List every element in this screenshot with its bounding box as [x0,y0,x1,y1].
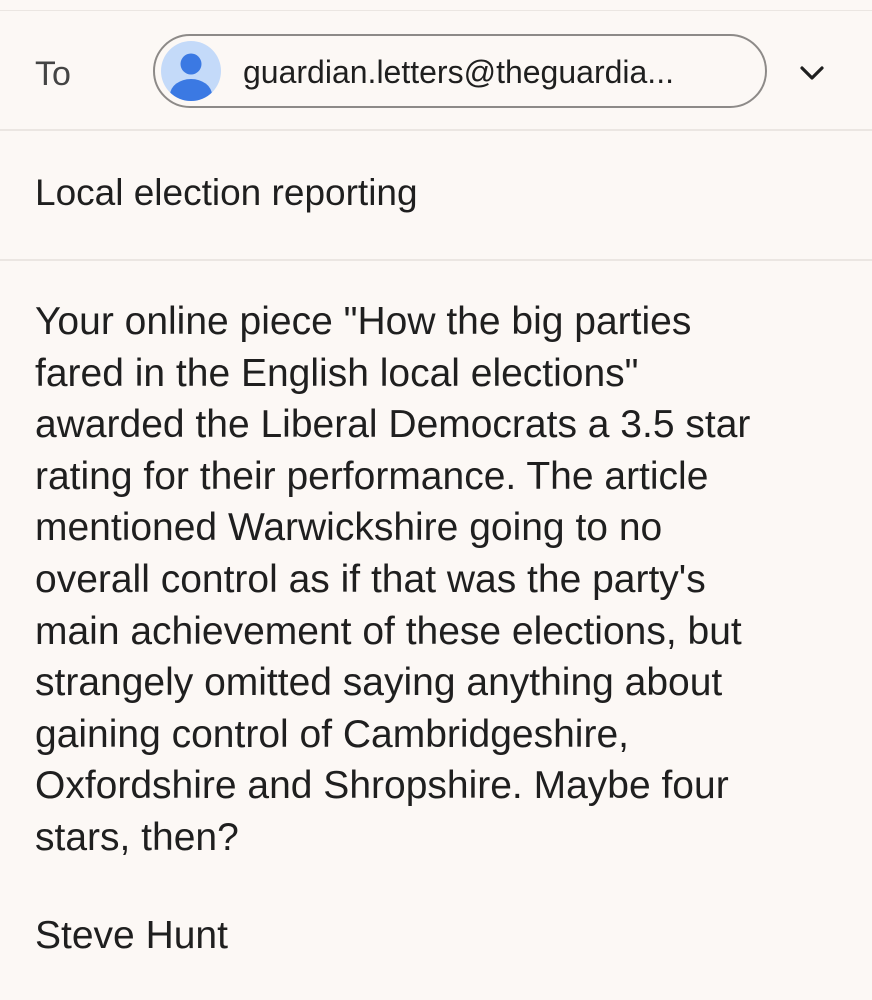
body-line: awarded the Liberal Democrats a 3.5 star [35,403,751,447]
body-line: gaining control of Cambridgeshire, [35,712,629,756]
body-line: rating for their performance. The articl… [35,454,709,498]
subject-field[interactable]: Local election reporting [35,172,418,214]
to-row[interactable]: To guardian.letters@theguardia... [0,11,872,129]
divider [0,259,872,261]
signature: Steve Hunt [35,914,228,957]
body-line: mentioned Warwickshire going to no [35,506,663,550]
body-line: Oxfordshire and Shropshire. Maybe four [35,764,729,808]
to-label: To [35,55,71,93]
recipient-chip[interactable]: guardian.letters@theguardia... [153,34,767,108]
body-line: stars, then? [35,815,239,859]
body-line: fared in the English local elections" [35,351,639,395]
message-body[interactable]: Your online piece "How the big parties f… [35,296,855,864]
divider [0,129,872,131]
person-avatar-icon [161,41,221,101]
recipient-address: guardian.letters@theguardia... [243,54,674,90]
body-line: strangely omitted saying anything about [35,661,723,705]
body-line: main achievement of these elections, but [35,609,742,653]
body-line: Your online piece "How the big parties [35,300,692,343]
body-line: overall control as if that was the party… [35,557,706,601]
chevron-down-icon[interactable] [792,53,832,93]
